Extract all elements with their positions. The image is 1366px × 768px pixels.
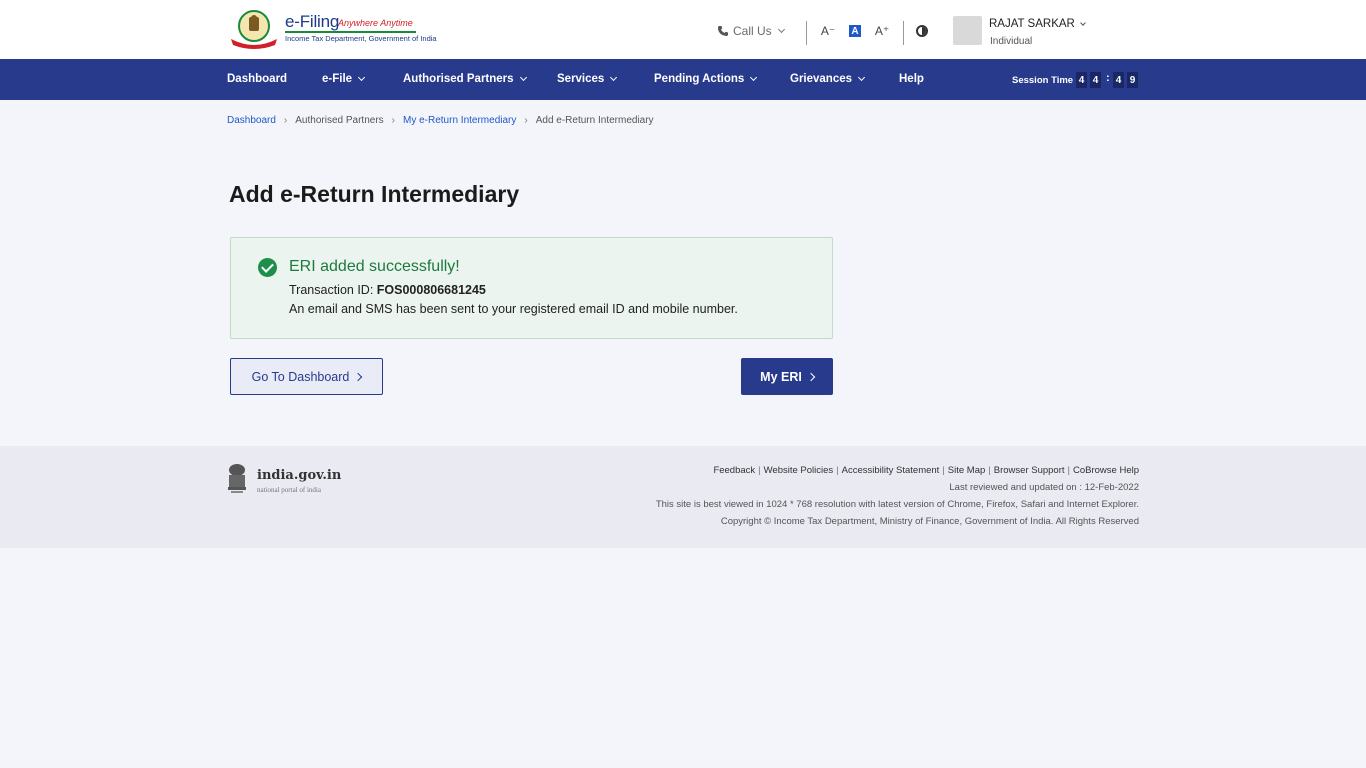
session-digit: 4: [1090, 72, 1101, 88]
nav-label: Help: [899, 73, 924, 85]
copyright: Copyright © Income Tax Department, Minis…: [720, 516, 1139, 527]
session-digit: 4: [1076, 72, 1087, 88]
nav-grievances[interactable]: Grievances: [790, 73, 866, 85]
efiling-logo[interactable]: e-Filing Anywhere Anytime Income Tax Dep…: [227, 9, 437, 49]
transaction-id: FOS000806681245: [376, 283, 486, 297]
nav-label: Grievances: [790, 73, 853, 85]
call-us-label: Call Us: [733, 24, 772, 38]
nav-label: Pending Actions: [654, 73, 745, 85]
breadcrumb-dashboard[interactable]: Dashboard: [227, 115, 276, 126]
chevron-right-icon: [806, 372, 816, 381]
breadcrumb-authorised-partners: Authorised Partners: [295, 115, 384, 126]
session-digit: 9: [1127, 72, 1138, 88]
footer: india.gov.in national portal of india Fe…: [0, 446, 1366, 548]
button-label: Go To Dashboard: [251, 369, 350, 384]
breadcrumb-separator: ›: [524, 115, 528, 126]
footer-link-website-policies[interactable]: Website Policies: [764, 465, 834, 476]
footer-link-browser-support[interactable]: Browser Support: [994, 465, 1065, 476]
footer-link-separator: |: [836, 465, 839, 476]
chevron-down-icon: [519, 73, 527, 82]
nav-help[interactable]: Help: [899, 73, 924, 85]
breadcrumb-my-eri[interactable]: My e-Return Intermediary: [403, 115, 516, 126]
logo-underline: [285, 31, 416, 33]
nav-pending-actions[interactable]: Pending Actions: [654, 73, 758, 85]
chevron-down-icon: [610, 73, 618, 82]
success-title: ERI added successfully!: [289, 258, 460, 275]
footer-link-accessibility[interactable]: Accessibility Statement: [842, 465, 940, 476]
footer-link-separator: |: [988, 465, 991, 476]
footer-link-cobrowse-help[interactable]: CoBrowse Help: [1073, 465, 1139, 476]
session-time-label: Session Time: [1012, 75, 1074, 86]
nav-services[interactable]: Services: [557, 73, 618, 85]
chevron-down-icon: [777, 25, 785, 34]
logo-title: e-Filing: [285, 12, 340, 31]
transaction-label: Transaction ID:: [289, 283, 377, 297]
success-alert: ERI added successfully! Transaction ID: …: [230, 237, 833, 339]
divider: [806, 21, 807, 45]
chevron-down-icon: [857, 73, 866, 82]
chevron-down-icon: [358, 73, 366, 82]
nav-authorised-partners[interactable]: Authorised Partners: [403, 73, 527, 85]
footer-link-separator: |: [942, 465, 945, 476]
breadcrumb-current: Add e-Return Intermediary: [535, 115, 654, 126]
best-viewed-note: This site is best viewed in 1024 * 768 r…: [655, 499, 1139, 510]
last-reviewed: Last reviewed and updated on : 12-Feb-20…: [949, 482, 1139, 493]
call-us-dropdown[interactable]: Call Us: [717, 24, 785, 38]
page-title: Add e-Return Intermediary: [229, 181, 520, 207]
nav-label: Services: [557, 73, 605, 85]
chevron-down-icon: [1080, 19, 1086, 26]
main-navbar: Dashboard e-File Authorised Partners Ser…: [0, 59, 1366, 100]
success-message: An email and SMS has been sent to your r…: [289, 302, 738, 316]
avatar[interactable]: [953, 16, 982, 45]
user-role: Individual: [990, 36, 1033, 47]
india-gov-title[interactable]: india.gov.in: [257, 468, 341, 483]
chevron-right-icon: [354, 372, 363, 381]
contrast-toggle-icon[interactable]: [916, 25, 928, 37]
transaction-info: Transaction ID: FOS000806681245: [289, 283, 486, 297]
logo-tagline: Anywhere Anytime: [338, 18, 413, 28]
breadcrumb: Dashboard › Authorised Partners › My e-R…: [227, 115, 654, 126]
nav-label: Authorised Partners: [403, 73, 514, 85]
footer-link-separator: |: [758, 465, 761, 476]
user-name: RAJAT SARKAR: [989, 18, 1075, 30]
footer-link-site-map[interactable]: Site Map: [948, 465, 986, 476]
session-colon: :: [1106, 72, 1110, 84]
divider: [903, 21, 904, 45]
nav-label: e-File: [322, 73, 353, 85]
font-increase-button[interactable]: A⁺: [874, 23, 890, 39]
button-label: My ERI: [760, 369, 802, 384]
check-circle-icon: [258, 258, 277, 277]
phone-icon: [718, 26, 728, 36]
font-decrease-button[interactable]: A⁻: [820, 23, 836, 39]
nav-label: Dashboard: [227, 73, 288, 85]
footer-links: Feedback | Website Policies | Accessibility …: [713, 465, 1139, 476]
footer-link-separator: |: [1067, 465, 1070, 476]
footer-link-feedback[interactable]: Feedback: [713, 465, 755, 476]
top-header: e-Filing Anywhere Anytime Income Tax Dep…: [0, 0, 1366, 59]
nav-dashboard[interactable]: Dashboard: [227, 73, 287, 85]
breadcrumb-separator: ›: [283, 115, 288, 126]
income-tax-emblem-icon: [231, 10, 277, 49]
national-emblem-icon[interactable]: [226, 462, 248, 496]
go-to-dashboard-button[interactable]: Go To Dashboard: [230, 358, 383, 395]
my-eri-button[interactable]: My ERI: [741, 358, 833, 395]
font-normal-button[interactable]: A: [849, 25, 861, 37]
logo-subtitle: Income Tax Department, Government of Ind…: [285, 34, 437, 43]
breadcrumb-separator: ›: [391, 115, 395, 126]
india-gov-subtitle: national portal of india: [257, 486, 321, 494]
nav-efile[interactable]: e-File: [322, 73, 366, 85]
chevron-down-icon: [750, 73, 758, 82]
user-menu[interactable]: RAJAT SARKAR: [989, 18, 1086, 30]
session-digit: 4: [1113, 72, 1124, 88]
